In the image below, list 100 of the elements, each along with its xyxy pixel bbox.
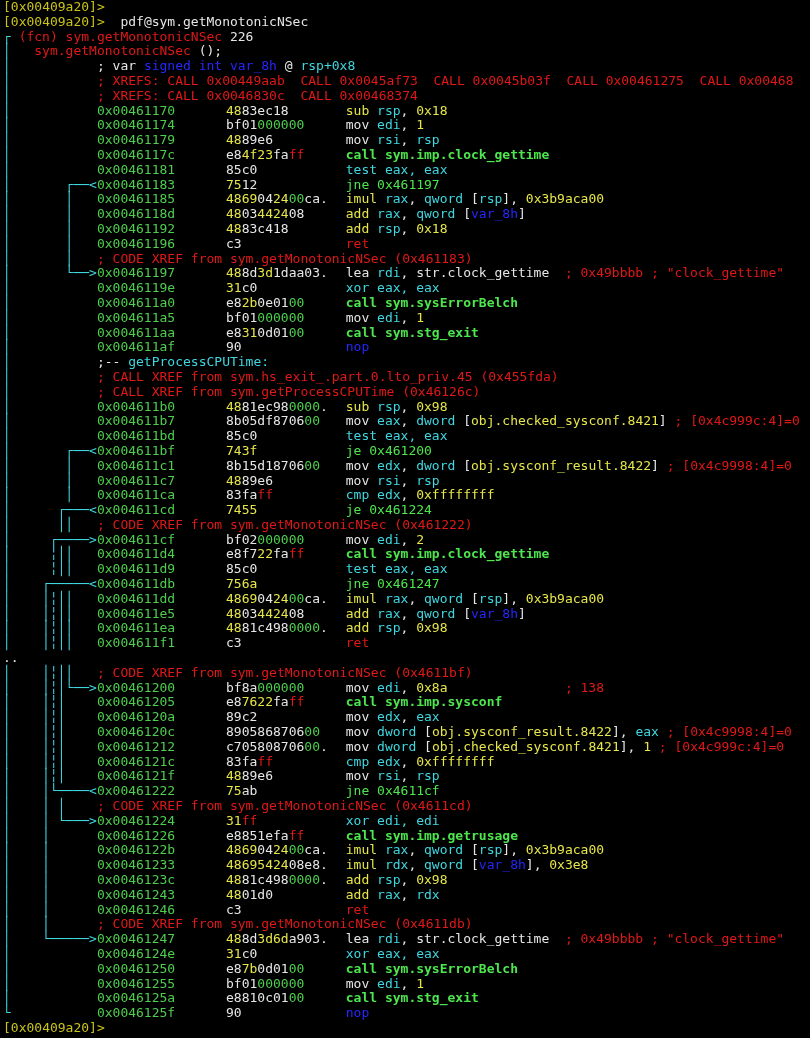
instruction: nop (345, 340, 371, 356)
instruction-address: 0x004611e5 (96, 606, 177, 622)
instruction-address: 0x0046122b (96, 843, 177, 859)
opcode-bytes: bf01000000 (226, 118, 306, 134)
inline-comment: ; 0x49bbbb ; "clock_gettime" (564, 265, 785, 281)
shell-prompt: [0x00409a20]> (3, 0, 105, 14)
opcode-bytes: bf01000000 (226, 976, 306, 992)
instruction: sub rsp, 0x18 (345, 103, 449, 119)
flow-arrows: │ (3, 310, 12, 326)
instruction-address: 0x004611b7 (96, 414, 177, 430)
opcode-bytes: 8b15d1870600 (226, 458, 321, 474)
flow-arrows: │ ││ (3, 517, 74, 533)
inline-comment: ; 0x49bbbb ; "clock_gettime" (564, 931, 785, 947)
opcode-bytes: 31c0 (226, 947, 259, 962)
opcode-bytes: 4801d0 (226, 887, 274, 903)
instruction: nop (345, 1006, 371, 1021)
flow-arrows: │ (3, 295, 12, 311)
flow-arrows: │ (3, 340, 12, 355)
flow-arrows: ┌ (3, 29, 11, 45)
opcode-bytes: bf8a000000 (226, 680, 305, 696)
flow-arrows: │ │╎││ (3, 636, 75, 652)
opcode-bytes: 7455 (226, 503, 259, 518)
flow-arrows: │ (3, 103, 12, 119)
instruction: call sym.sysErrorBelch (345, 295, 519, 311)
flow-arrows: │ (3, 384, 12, 400)
instruction-address: 0x004611f1 (96, 636, 177, 652)
opcode-bytes: c70580870600. (226, 739, 329, 755)
instruction-address: 0x00461212 (96, 739, 177, 755)
opcode-bytes: 890586870600 (226, 725, 321, 740)
instruction: xor eax, eax (345, 281, 441, 296)
flow-arrows: │ ╎││ (3, 562, 75, 577)
opcode-bytes: 4881c4980000. (226, 621, 329, 637)
flow-arrows: │ (3, 976, 12, 992)
opcode-bytes: 4889e6 (226, 769, 274, 785)
flow-arrows: │ │ (3, 887, 51, 903)
opcode-bytes: 488d3d1daa03. (226, 266, 328, 282)
instruction-address: 0x004611bf (96, 443, 177, 458)
instruction: jne 0x461197 (345, 177, 441, 193)
opcode-bytes: 31c0 (226, 281, 259, 296)
instruction: mov edi, 1 (345, 976, 425, 992)
xref-comment: ; XREFS: CALL 0x0046830c CALL 0x00468374 (96, 87, 418, 103)
instruction-address: 0x0046123c (96, 873, 177, 888)
instruction: mov rsi, rsp (345, 769, 441, 785)
opcode-bytes: 75ab (226, 784, 259, 800)
instruction-address: 0x00461192 (96, 221, 177, 237)
xref-comment: ; XREFS: CALL 0x00449aab CALL 0x0045af73 CALL 0x0045b03f CALL 0x00461275 CALL 0x00468 (96, 73, 794, 88)
instruction: jne 0x461247 (345, 577, 441, 592)
instruction-address: 0x004611d9 (96, 562, 177, 578)
instruction: mov edi, 1 (345, 310, 425, 326)
instruction: test eax, eax (345, 429, 449, 444)
flow-arrows: │ (3, 44, 11, 59)
instruction: add rsp, 0x98 (345, 873, 449, 888)
flow-arrows: │ ┌─────< (3, 577, 97, 592)
flow-arrows: │ (3, 414, 12, 429)
flow-arrows: │ (3, 59, 12, 74)
flow-arrows: │ │ (3, 843, 51, 858)
opcode-bytes: e84f23faff (226, 147, 306, 163)
opcode-bytes: e87b0d0100 (226, 961, 306, 977)
opcode-bytes: 488d3d6da903. (226, 932, 329, 947)
instruction: jne 0x4611cf (345, 784, 441, 800)
opcode-bytes: 31ff (226, 813, 258, 829)
instruction-address: 0x0046124e (96, 947, 177, 962)
instruction-address: 0x00461222 (96, 784, 177, 800)
instruction: mov edi, 1 (345, 118, 426, 134)
instruction: test eax, eax (345, 562, 448, 578)
flow-arrows: │ │ (3, 192, 74, 207)
opcode-bytes: c3 (226, 636, 243, 652)
instruction-address: 0x004611cf (96, 532, 177, 548)
instruction: mov edi, 0x8a (345, 680, 449, 696)
xref-comment: ; CODE XREF from sym.getMonotonicNSec (0x4611cd) (96, 798, 473, 814)
xref-comment: ; CODE XREF from sym.getMonotonicNSec (0x4611bf) (96, 664, 473, 680)
instruction-address: 0x00461255 (96, 976, 177, 992)
instruction-address: 0x004611aa (96, 325, 177, 341)
flow-arrows: │ │ (3, 251, 74, 267)
opcode-bytes: 4869042400ca. (226, 843, 329, 859)
opcode-bytes: e82b0e0100 (226, 295, 306, 311)
opcode-bytes: 4803442408 (226, 606, 306, 622)
opcode-bytes: e8f722faff (226, 547, 306, 563)
inline-comment: ; [0x4c999c:4]=0 (658, 738, 785, 754)
flow-arrows: │ ┌──< (3, 443, 97, 459)
instruction: call sym.imp.sysconf (345, 695, 504, 711)
opcode-bytes: 4869542408e8. (226, 858, 329, 873)
instruction: mov edi, 2 (345, 532, 426, 548)
opcode-bytes: e8851efaff (226, 828, 306, 844)
opcode-bytes: e87622faff (226, 695, 306, 711)
opcode-bytes: e8810c0100 (226, 991, 306, 1007)
flow-arrows: │ ┌──< (3, 177, 97, 193)
instruction-address: 0x004611c7 (96, 473, 177, 489)
instruction-address: 0x004611dd (96, 591, 177, 607)
xref-comment: ; CALL XREF from sym.getProcessCPUTime (0x46126c) (96, 383, 481, 399)
instruction: mov dword [obj.sysconf_result.8422], eax (345, 725, 659, 740)
instruction-address: 0x0046125a (96, 991, 177, 1007)
instruction-address: 0x0046121c (96, 754, 177, 770)
flow-arrows: │ (3, 399, 12, 415)
instruction: test eax, eax (345, 162, 448, 178)
instruction-address: 0x004611ea (96, 621, 177, 637)
flow-arrows: └ (3, 1006, 12, 1021)
instruction: mov dword [obj.checked_sysconf.8421], 1 (345, 739, 652, 755)
instruction-address: 0x004611b0 (96, 399, 177, 415)
opcode-bytes: 4883c418 (226, 221, 290, 237)
